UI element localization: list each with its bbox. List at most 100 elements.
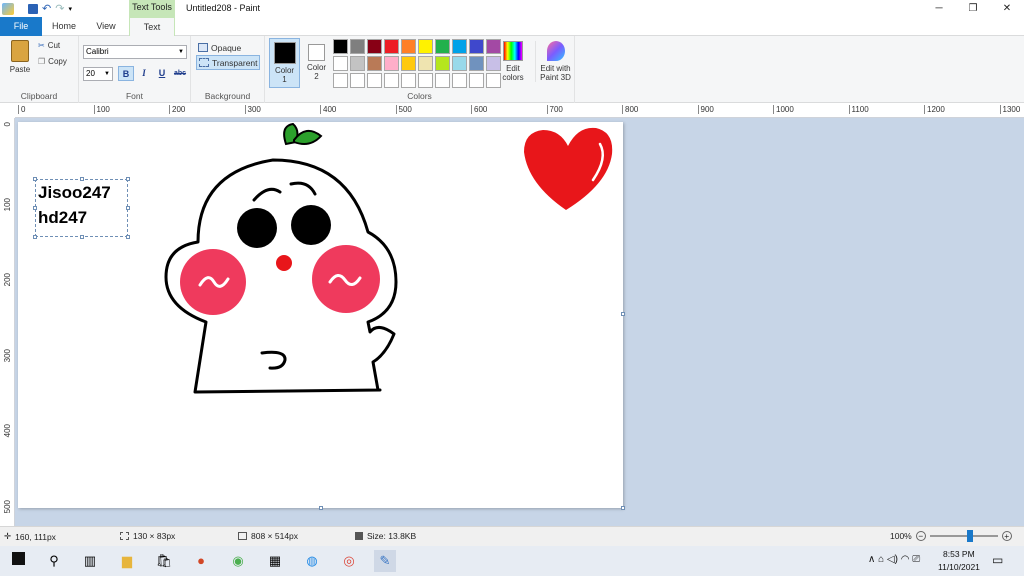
powerpoint-icon[interactable]: ● bbox=[190, 550, 212, 572]
palette-swatch[interactable] bbox=[469, 39, 484, 54]
resize-handle[interactable] bbox=[80, 177, 84, 181]
color1-button[interactable]: Color 1 bbox=[269, 38, 300, 88]
resize-handle[interactable] bbox=[126, 235, 130, 239]
text-line-1[interactable]: Jisoo247 bbox=[38, 183, 111, 203]
ruler-tick-label: 500 bbox=[395, 105, 412, 114]
resize-handle[interactable] bbox=[126, 206, 130, 210]
palette-swatch[interactable] bbox=[469, 73, 484, 88]
resize-handle[interactable] bbox=[33, 177, 37, 181]
clock-date[interactable]: 11/10/2021 bbox=[938, 562, 980, 572]
transparent-option[interactable]: Transparent bbox=[196, 55, 260, 70]
palette-swatch[interactable] bbox=[435, 73, 450, 88]
font-group: Calibri ▼ 20 ▼ B I U abc Font bbox=[79, 36, 191, 103]
palette-swatch[interactable] bbox=[418, 73, 433, 88]
palette-swatch[interactable] bbox=[333, 56, 348, 71]
resize-handle[interactable] bbox=[33, 235, 37, 239]
palette-swatch[interactable] bbox=[418, 56, 433, 71]
paint-app-icon[interactable] bbox=[2, 2, 14, 15]
drawing-canvas[interactable]: Jisoo247 hd247 bbox=[18, 122, 623, 508]
copy-button[interactable]: ❐ Copy bbox=[38, 57, 67, 66]
color-wheel-icon bbox=[503, 41, 523, 61]
palette-swatch[interactable] bbox=[452, 56, 467, 71]
tab-file[interactable]: File bbox=[0, 17, 42, 36]
notification-icon[interactable]: ▭ bbox=[992, 553, 1003, 567]
zoom-level: 100% bbox=[890, 531, 912, 541]
palette-swatch[interactable] bbox=[452, 73, 467, 88]
task-view-icon[interactable]: ▥ bbox=[79, 550, 101, 572]
close-button[interactable]: ✕ bbox=[990, 0, 1024, 17]
app-icon[interactable]: ◉ bbox=[227, 550, 249, 572]
palette-swatch[interactable] bbox=[401, 56, 416, 71]
save-icon[interactable] bbox=[28, 3, 38, 14]
store-icon[interactable]: 🛍 bbox=[153, 550, 175, 572]
palette-swatch[interactable] bbox=[435, 39, 450, 54]
italic-button[interactable]: I bbox=[136, 66, 152, 81]
font-family-select[interactable]: Calibri ▼ bbox=[83, 45, 187, 59]
minimize-button[interactable]: ─ bbox=[922, 0, 956, 17]
palette-swatch[interactable] bbox=[452, 39, 467, 54]
canvas-resize-handle[interactable] bbox=[319, 506, 323, 510]
start-button[interactable] bbox=[7, 550, 29, 572]
tab-text[interactable]: Text bbox=[129, 17, 175, 37]
paste-button[interactable]: Paste bbox=[6, 40, 34, 74]
zoom-slider[interactable] bbox=[929, 530, 998, 542]
clock-time[interactable]: 8:53 PM bbox=[943, 549, 975, 559]
color1-swatch bbox=[273, 42, 296, 64]
canvas-resize-handle[interactable] bbox=[621, 312, 625, 316]
tab-home[interactable]: Home bbox=[45, 17, 83, 36]
customize-qat-icon[interactable]: ▾ bbox=[68, 5, 72, 13]
color2-button[interactable]: Color 2 bbox=[303, 41, 330, 81]
ruler-tick-label: 200 bbox=[169, 105, 185, 114]
file-explorer-icon[interactable]: ▆ bbox=[116, 550, 138, 572]
resize-handle[interactable] bbox=[80, 235, 84, 239]
palette-swatch[interactable] bbox=[384, 39, 399, 54]
palette-swatch[interactable] bbox=[350, 39, 365, 54]
undo-icon[interactable]: ↶ bbox=[42, 2, 51, 15]
text-box[interactable]: Jisoo247 hd247 bbox=[33, 177, 130, 239]
strikethrough-button[interactable]: abc bbox=[172, 66, 188, 81]
canvas-resize-handle[interactable] bbox=[621, 506, 625, 510]
left-eye bbox=[237, 208, 277, 248]
edit-colors-button[interactable]: Edit colors bbox=[498, 41, 528, 82]
paint-taskbar-icon[interactable]: ✎ bbox=[374, 550, 396, 572]
underline-button[interactable]: U bbox=[154, 66, 170, 81]
search-icon[interactable]: ⚲ bbox=[43, 550, 65, 572]
tab-view[interactable]: View bbox=[86, 17, 126, 36]
palette-swatch[interactable] bbox=[401, 39, 416, 54]
palette-swatch[interactable] bbox=[384, 73, 399, 88]
canvas-area[interactable]: Jisoo247 hd247 bbox=[15, 118, 1024, 526]
resize-handle[interactable] bbox=[126, 177, 130, 181]
palette-swatch[interactable] bbox=[435, 56, 450, 71]
palette-swatch[interactable] bbox=[367, 73, 382, 88]
opaque-option[interactable]: Opaque bbox=[196, 40, 260, 55]
palette-swatch[interactable] bbox=[367, 56, 382, 71]
redo-icon[interactable]: ↷ bbox=[55, 2, 64, 15]
zoom-out-button[interactable]: − bbox=[915, 531, 926, 541]
palette-swatch[interactable] bbox=[350, 56, 365, 71]
zoom-in-button[interactable]: + bbox=[1001, 531, 1012, 541]
bold-button[interactable]: B bbox=[118, 66, 134, 81]
palette-swatch[interactable] bbox=[418, 39, 433, 54]
chrome-icon[interactable]: ◎ bbox=[338, 550, 360, 572]
resize-handle[interactable] bbox=[33, 206, 37, 210]
palette-swatch[interactable] bbox=[367, 39, 382, 54]
palette-swatch[interactable] bbox=[401, 73, 416, 88]
leaf-drawing bbox=[283, 122, 323, 146]
zoom-slider-thumb[interactable] bbox=[966, 530, 973, 542]
calculator-icon[interactable]: ▦ bbox=[264, 550, 286, 572]
clipboard-group-label: Clipboard bbox=[20, 91, 58, 101]
palette-swatch[interactable] bbox=[350, 73, 365, 88]
maximize-button[interactable]: ❐ bbox=[956, 0, 990, 17]
edit-paint3d-button[interactable]: Edit with Paint 3D bbox=[535, 41, 575, 82]
chevron-down-icon: ▼ bbox=[178, 49, 184, 55]
cut-button[interactable]: ✂ Cut bbox=[38, 41, 60, 50]
palette-swatch[interactable] bbox=[469, 56, 484, 71]
palette-swatch[interactable] bbox=[333, 39, 348, 54]
palette-swatch[interactable] bbox=[384, 56, 399, 71]
text-line-2[interactable]: hd247 bbox=[38, 208, 87, 228]
palette-swatch[interactable] bbox=[333, 73, 348, 88]
tray-icons[interactable]: ∧ ⌂ ◁) ◠ ⎚ bbox=[868, 554, 920, 565]
zalo-icon[interactable]: ◍ bbox=[301, 550, 323, 572]
chevron-down-icon: ▼ bbox=[104, 71, 110, 77]
font-size-select[interactable]: 20 ▼ bbox=[83, 67, 113, 81]
